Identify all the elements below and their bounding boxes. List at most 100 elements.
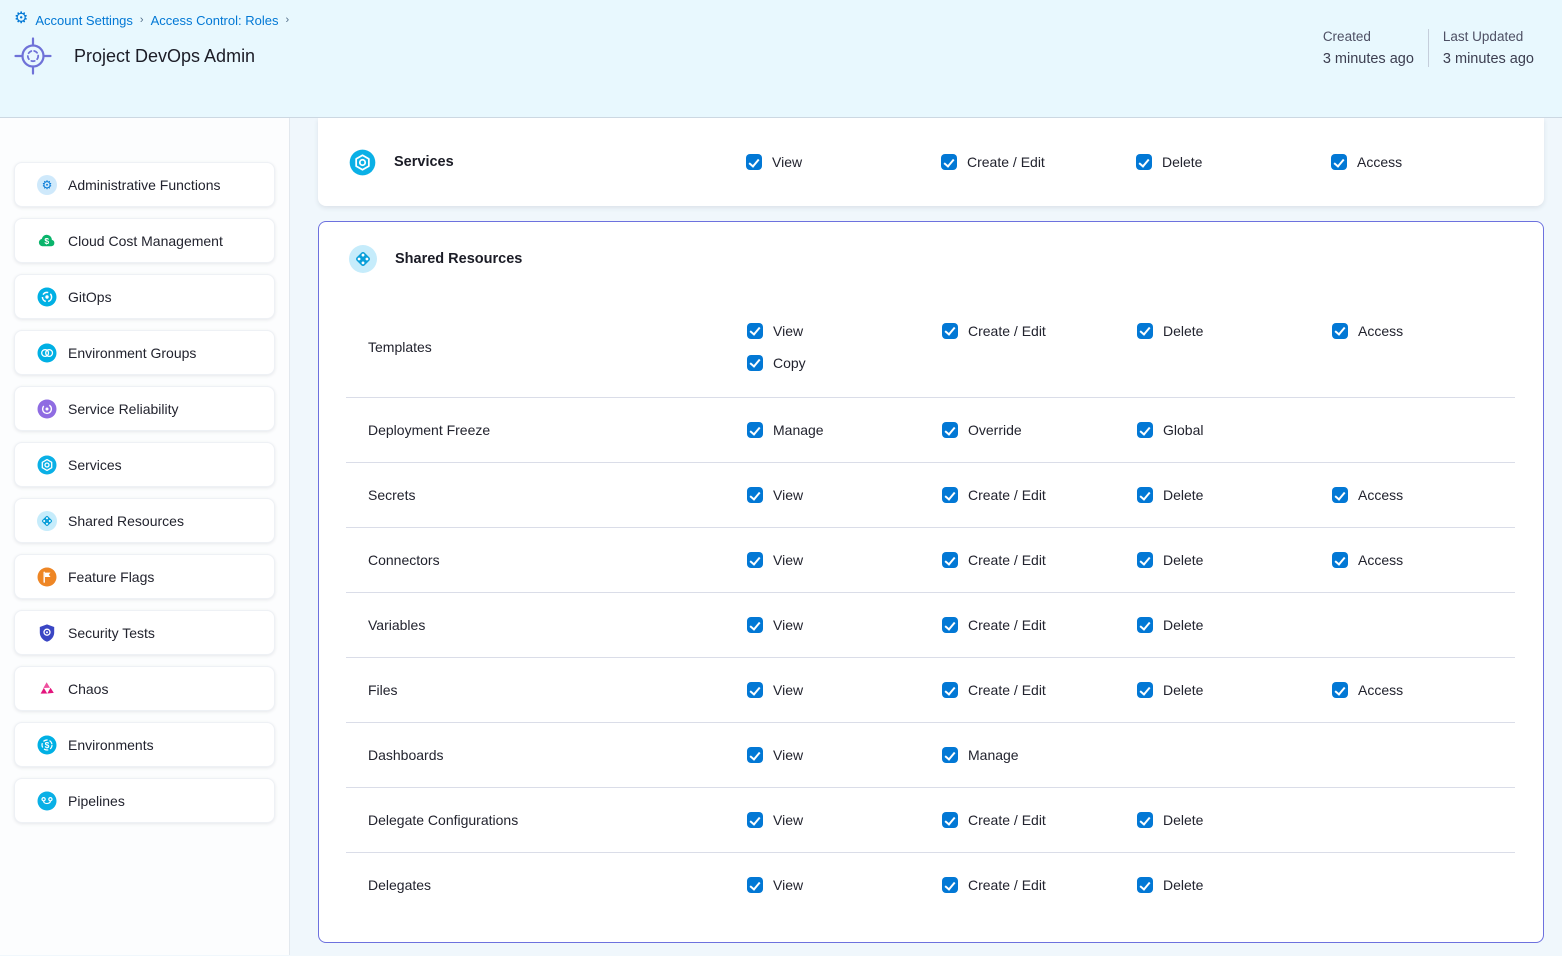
checkbox-manage[interactable] xyxy=(747,422,763,438)
checkbox-create-edit[interactable] xyxy=(942,877,958,893)
permission-row-delegates: Delegates View Create / Edit Delete xyxy=(319,853,1543,917)
checkbox-create-edit[interactable] xyxy=(941,154,957,170)
permission-cell-view: View xyxy=(747,747,942,763)
checkbox-label: Delete xyxy=(1163,487,1203,503)
checkbox-label: View xyxy=(772,154,802,170)
checkbox-view[interactable] xyxy=(747,812,763,828)
sidebar-item-label: Cloud Cost Management xyxy=(68,233,223,249)
services-card-title: Services xyxy=(394,154,454,170)
sidebar-item-label: Feature Flags xyxy=(68,569,154,585)
permission-line: View Create / Edit Delete Access xyxy=(747,682,1527,698)
permission-cell-create-edit: Create / Edit xyxy=(941,154,1136,170)
checkbox-create-edit[interactable] xyxy=(942,487,958,503)
checkbox-create-edit[interactable] xyxy=(942,682,958,698)
checkbox-view[interactable] xyxy=(747,323,763,339)
sidebar-item-label: Services xyxy=(68,457,122,473)
checkbox-create-edit[interactable] xyxy=(942,617,958,633)
checkbox-label: Access xyxy=(1358,487,1403,503)
permission-row-variables: Variables View Create / Edit Delete xyxy=(319,593,1543,657)
chevron-right-icon: › xyxy=(140,14,144,26)
shared-resources-icon xyxy=(37,511,57,531)
permission-row-label: Delegate Configurations xyxy=(368,812,747,828)
sidebar-item-services[interactable]: Services xyxy=(14,442,275,487)
checkbox-delete[interactable] xyxy=(1137,877,1153,893)
checkbox-view[interactable] xyxy=(747,747,763,763)
sidebar-item-gitops[interactable]: GitOps xyxy=(14,274,275,319)
checkbox-access[interactable] xyxy=(1331,154,1347,170)
checkbox-view[interactable] xyxy=(747,487,763,503)
last-updated-value: 3 minutes ago xyxy=(1443,51,1534,67)
checkbox-create-edit[interactable] xyxy=(942,323,958,339)
permission-cell-view: View xyxy=(747,617,942,633)
checkbox-label: Create / Edit xyxy=(968,812,1046,828)
sidebar-item-label: Chaos xyxy=(68,681,108,697)
checkbox-label: Override xyxy=(968,422,1022,438)
permission-cell-view: View xyxy=(746,154,941,170)
sidebar-item-security-tests[interactable]: Security Tests xyxy=(14,610,275,655)
checkbox-create-edit[interactable] xyxy=(942,552,958,568)
checkbox-label: Copy xyxy=(773,355,806,371)
checkbox-delete[interactable] xyxy=(1137,682,1153,698)
settings-gear-icon: ⚙ xyxy=(14,11,28,27)
checkbox-delete[interactable] xyxy=(1137,812,1153,828)
permission-cell-delete: Delete xyxy=(1137,682,1332,698)
checkbox-label: View xyxy=(773,682,803,698)
permission-row-label: Dashboards xyxy=(368,747,747,763)
permission-cell-view: View xyxy=(747,877,942,893)
last-updated-meta: Last Updated 3 minutes ago xyxy=(1428,29,1548,67)
permission-cell-access: Access xyxy=(1332,552,1527,568)
sidebar-item-label: Security Tests xyxy=(68,625,155,641)
breadcrumb-account-settings[interactable]: Account Settings xyxy=(35,13,133,28)
checkbox-access[interactable] xyxy=(1332,323,1348,339)
permission-cell-access: Access xyxy=(1332,323,1527,339)
services-icon xyxy=(37,455,57,475)
feature-flags-icon xyxy=(37,567,57,587)
permission-row-delegate-configurations: Delegate Configurations View Create / Ed… xyxy=(319,788,1543,852)
permission-row-label: Deployment Freeze xyxy=(368,422,747,438)
checkbox-global[interactable] xyxy=(1137,422,1153,438)
checkbox-delete[interactable] xyxy=(1137,487,1153,503)
checkbox-access[interactable] xyxy=(1332,682,1348,698)
permission-cell-create-edit: Create / Edit xyxy=(942,682,1137,698)
checkbox-create-edit[interactable] xyxy=(942,812,958,828)
checkbox-delete[interactable] xyxy=(1137,323,1153,339)
permission-cell-view: View xyxy=(747,682,942,698)
sidebar-item-cloud-cost-management[interactable]: $ Cloud Cost Management xyxy=(14,218,275,263)
checkbox-label: Create / Edit xyxy=(968,877,1046,893)
checkbox-label: Manage xyxy=(773,422,824,438)
checkbox-label: Delete xyxy=(1163,877,1203,893)
breadcrumb-access-control-roles[interactable]: Access Control: Roles xyxy=(151,13,279,28)
checkbox-view[interactable] xyxy=(747,877,763,893)
created-value: 3 minutes ago xyxy=(1323,51,1414,67)
checkbox-delete[interactable] xyxy=(1136,154,1152,170)
checkbox-view[interactable] xyxy=(747,617,763,633)
checkbox-label: View xyxy=(773,877,803,893)
sidebar-item-administrative-functions[interactable]: ⚙ Administrative Functions xyxy=(14,162,275,207)
sidebar-item-chaos[interactable]: Chaos xyxy=(14,666,275,711)
permission-cell-manage: Manage xyxy=(747,422,942,438)
checkbox-delete[interactable] xyxy=(1137,617,1153,633)
checkbox-manage[interactable] xyxy=(942,747,958,763)
checkbox-override[interactable] xyxy=(942,422,958,438)
checkbox-label: Access xyxy=(1358,323,1403,339)
sidebar-item-service-reliability[interactable]: Service Reliability xyxy=(14,386,275,431)
checkbox-view[interactable] xyxy=(747,682,763,698)
checkbox-delete[interactable] xyxy=(1137,552,1153,568)
permission-row-secrets: Secrets View Create / Edit Delete Access xyxy=(319,463,1543,527)
checkbox-label: Create / Edit xyxy=(968,487,1046,503)
checkbox-view[interactable] xyxy=(746,154,762,170)
checkbox-copy[interactable] xyxy=(747,355,763,371)
permissions-panel: Services View Create / Edit Delete Acces… xyxy=(290,118,1562,955)
checkbox-label: View xyxy=(773,747,803,763)
sidebar-item-environment-groups[interactable]: Environment Groups xyxy=(14,330,275,375)
sidebar-item-feature-flags[interactable]: Feature Flags xyxy=(14,554,275,599)
sidebar-item-pipelines[interactable]: Pipelines xyxy=(14,778,275,823)
sidebar-item-environments[interactable]: $ Environments xyxy=(14,722,275,767)
checkbox-access[interactable] xyxy=(1332,552,1348,568)
sidebar-item-shared-resources[interactable]: Shared Resources xyxy=(14,498,275,543)
checkbox-view[interactable] xyxy=(747,552,763,568)
checkbox-label: Create / Edit xyxy=(967,154,1045,170)
checkbox-access[interactable] xyxy=(1332,487,1348,503)
permission-cell-create-edit: Create / Edit xyxy=(942,487,1137,503)
pipelines-icon xyxy=(37,791,57,811)
